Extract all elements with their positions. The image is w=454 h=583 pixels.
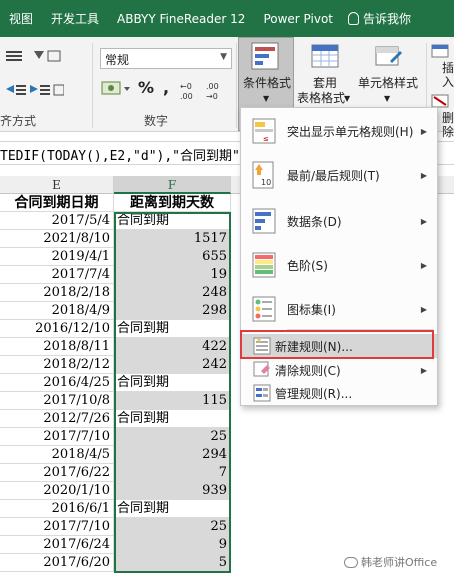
cell-style-icon[interactable] [372, 41, 404, 73]
table-format-label-line2: 表格格式 [297, 91, 346, 105]
tab-developer[interactable]: 开发工具 [42, 10, 108, 27]
cell-expiry-date[interactable]: 2020/1/10 [0, 482, 114, 500]
currency-icon[interactable] [100, 79, 130, 99]
table-format-icon[interactable] [310, 41, 342, 73]
table-format-label-line1: 套用 [313, 76, 338, 90]
group-divider [236, 43, 237, 128]
menu-item-label: 最前/最后规则(T) [287, 168, 380, 183]
clear-rules-icon [253, 361, 270, 377]
selection-range [114, 212, 231, 573]
cell-expiry-date[interactable]: 2017/7/4 [0, 266, 114, 284]
decimal-icons[interactable]: ←0 .00 .00 →0 [180, 79, 232, 101]
chevron-down-icon: ▼ [384, 94, 391, 103]
wechat-icon [344, 556, 358, 568]
cell-expiry-date[interactable]: 2016/4/25 [0, 374, 114, 392]
alignment-group-label: 齐方式 [0, 114, 37, 128]
header-cell-e[interactable]: 合同到期日期 [0, 194, 114, 212]
number-format-value: 常规 [105, 53, 130, 67]
submenu-arrow-icon: ▶ [420, 126, 427, 136]
watermark: 韩老师讲Office [344, 554, 437, 570]
cell-expiry-date[interactable]: 2017/7/10 [0, 428, 114, 446]
chevron-down-icon: ▼ [263, 94, 270, 103]
submenu-arrow-icon: ▶ [420, 260, 427, 270]
cell-expiry-date[interactable]: 2019/4/1 [0, 248, 114, 266]
cell-expiry-date[interactable]: 2018/4/9 [0, 302, 114, 320]
submenu-arrow-icon: ▶ [420, 365, 427, 375]
submenu-arrow-icon: ▶ [420, 170, 427, 180]
menu-item-label: 图标集(I) [287, 302, 336, 317]
delete-label[interactable]: 删除 [442, 111, 454, 139]
column-header-f[interactable]: F [114, 176, 231, 194]
tell-me-box[interactable]: 告诉我你 [348, 10, 411, 27]
tell-me-label: 告诉我你 [363, 12, 412, 26]
group-divider [92, 43, 93, 128]
percent-button[interactable]: % [138, 80, 154, 96]
svg-text:.00: .00 [206, 82, 219, 91]
cell-expiry-date[interactable]: 2017/6/20 [0, 554, 114, 572]
tab-power-pivot[interactable]: Power Pivot [254, 12, 342, 26]
cell-expiry-date[interactable]: 2017/10/8 [0, 392, 114, 410]
ten-glyph: 10 [261, 178, 271, 187]
cell-expiry-date[interactable]: 2018/8/11 [0, 338, 114, 356]
manage-rules-icon [253, 384, 271, 402]
lightbulb-icon [348, 12, 359, 25]
cell-expiry-date[interactable]: 2021/8/10 [0, 230, 114, 248]
cell-expiry-date[interactable]: 2017/6/24 [0, 536, 114, 554]
menu-item-label: 管理规则(R)... [275, 386, 353, 401]
tab-view[interactable]: 视图 [0, 10, 42, 27]
cell-expiry-date[interactable]: 2016/12/10 [0, 320, 114, 338]
color-scales-icon [252, 252, 276, 278]
submenu-arrow-icon: ▶ [420, 216, 427, 226]
tab-abbyy[interactable]: ABBYY FineReader 12 [108, 12, 254, 26]
menu-item-highlight-cells[interactable]: ≤ 突出显示单元格规则(H) ▶ [241, 116, 437, 146]
cell-expiry-date[interactable]: 2016/6/1 [0, 500, 114, 518]
header-cell-f[interactable]: 距离到期天数 [114, 194, 231, 212]
cell-style-label: 单元格样式 [358, 76, 419, 90]
menu-item-clear-rules[interactable]: 清除规则(C) ▶ [241, 359, 437, 381]
number-group-label: 数字 [144, 114, 169, 128]
menu-item-icon-sets[interactable]: 图标集(I) ▶ [241, 294, 437, 324]
svg-text:.00: .00 [180, 92, 193, 101]
cell-expiry-date[interactable]: 2018/4/5 [0, 446, 114, 464]
insert-label[interactable]: 插入 [442, 61, 454, 89]
menu-item-label: 数据条(D) [287, 214, 342, 229]
conditional-formatting-icon [251, 42, 279, 70]
lte-glyph: ≤ [263, 135, 269, 143]
menu-item-label: 突出显示单元格规则(H) [287, 124, 414, 139]
menu-item-manage-rules[interactable]: 管理规则(R)... [241, 382, 437, 404]
conditional-formatting-menu: ≤ 突出显示单元格规则(H) ▶ 10 最前/最后规则(T) ▶ 数据条(D) … [240, 107, 438, 406]
svg-text:→0: →0 [206, 92, 218, 101]
chevron-down-icon: ▼ [220, 52, 227, 62]
conditional-formatting-label: 条件格式 [242, 76, 291, 90]
submenu-arrow-icon: ▶ [420, 304, 427, 314]
highlight-box [240, 330, 434, 359]
menu-item-label: 色阶(S) [287, 258, 328, 273]
cell-expiry-date[interactable]: 2017/6/22 [0, 464, 114, 482]
chevron-down-icon: ▼ [344, 94, 351, 103]
column-header-e[interactable]: E [0, 176, 114, 194]
data-bars-icon [252, 208, 276, 234]
top-bottom-icon: 10 [252, 161, 274, 189]
cell-expiry-date[interactable]: 2017/5/4 [0, 212, 114, 230]
cell-expiry-date[interactable]: 2012/7/26 [0, 410, 114, 428]
menu-item-data-bars[interactable]: 数据条(D) ▶ [241, 206, 437, 236]
menu-item-color-scales[interactable]: 色阶(S) ▶ [241, 250, 437, 280]
icon-sets-icon [252, 296, 276, 322]
highlight-cells-icon: ≤ [252, 118, 276, 144]
watermark-text: 韩老师讲Office [361, 556, 438, 569]
cell-expiry-date[interactable]: 2018/2/12 [0, 356, 114, 374]
cell-expiry-date[interactable]: 2018/2/18 [0, 284, 114, 302]
menu-item-label: 清除规则(C) [275, 363, 341, 378]
insert-icon[interactable] [430, 43, 450, 59]
cell-expiry-date[interactable]: 2017/7/10 [0, 518, 114, 536]
menu-item-top-bottom[interactable]: 10 最前/最后规则(T) ▶ [241, 160, 437, 190]
number-format-select[interactable]: 常规 ▼ [100, 48, 232, 69]
formula-text: TEDIF(TODAY(),E2,"d"),"合同到期") [0, 149, 248, 164]
comma-button[interactable]: , [163, 80, 169, 96]
svg-text:←0: ←0 [180, 82, 192, 91]
align-icons[interactable] [4, 47, 64, 107]
ribbon-tab-bar: 视图 开发工具 ABBYY FineReader 12 Power Pivot … [0, 0, 454, 37]
